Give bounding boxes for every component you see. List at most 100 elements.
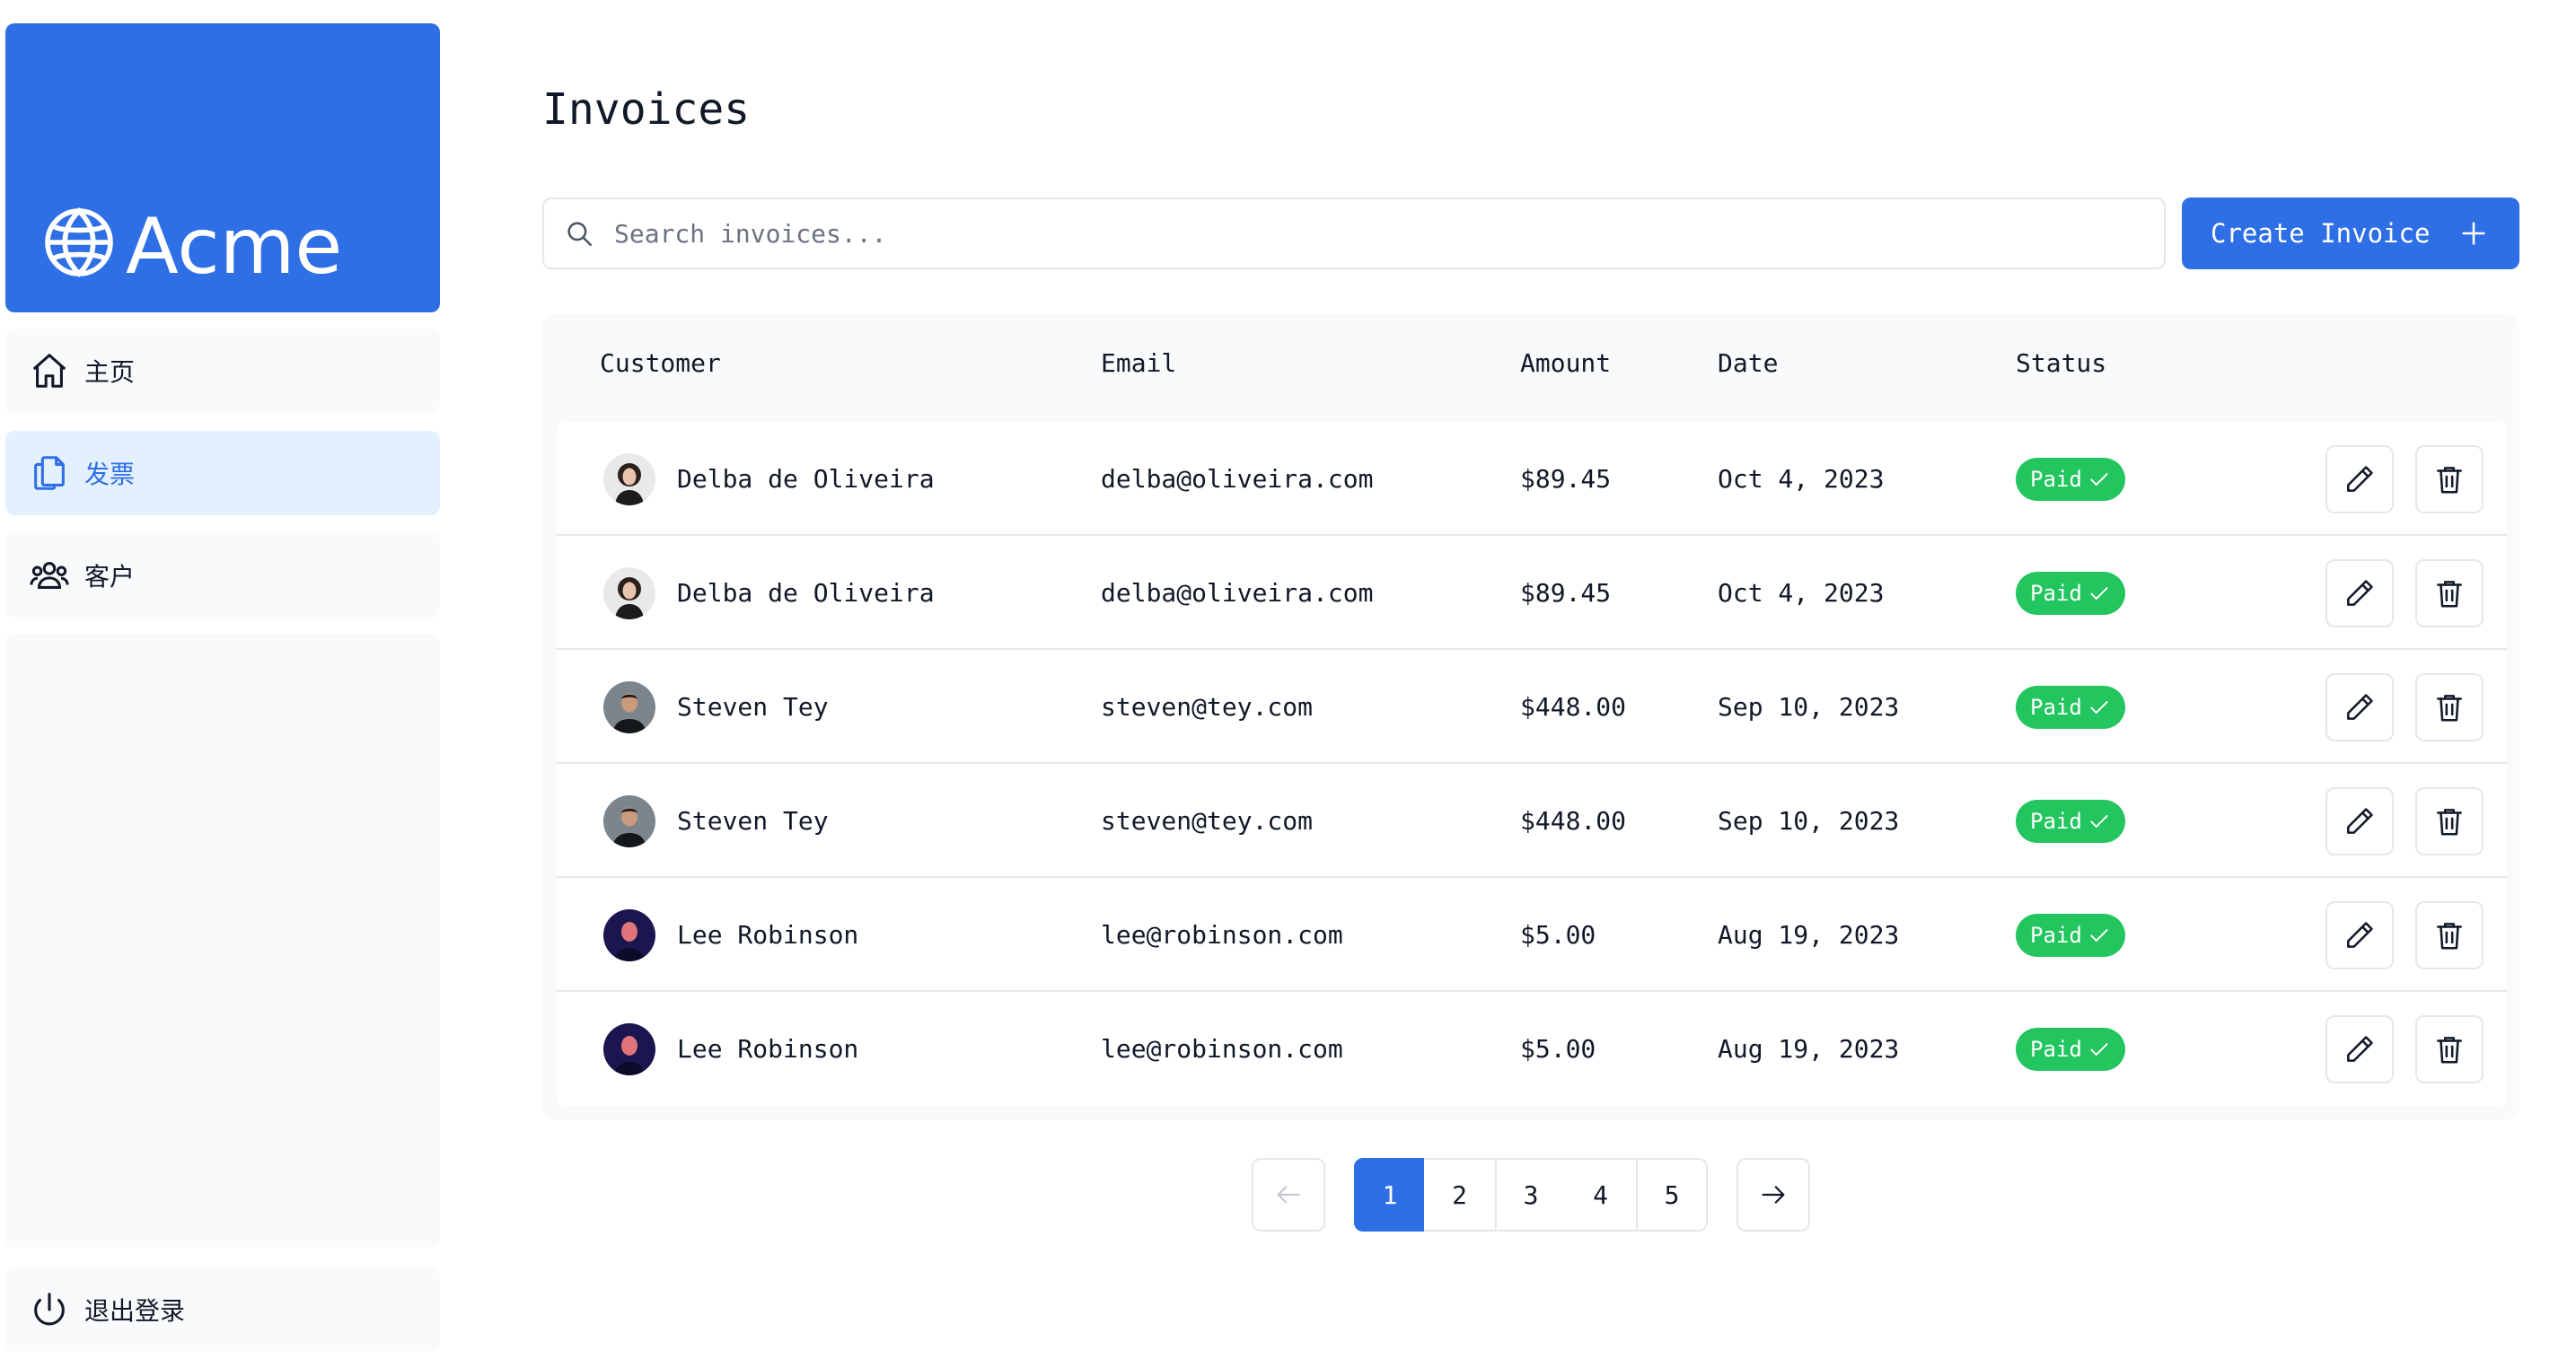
- customer-name: Steven Tey: [677, 692, 829, 722]
- customer-name: Delba de Oliveira: [677, 578, 935, 608]
- edit-button[interactable]: [2325, 559, 2394, 627]
- create-invoice-label: Create Invoice: [2211, 218, 2431, 249]
- sidebar: Acme 主页 发票 客户 退出登录: [0, 0, 445, 1359]
- status-text: Paid: [2030, 808, 2082, 834]
- amount-cell: $5.00: [1520, 1034, 1596, 1064]
- edit-button[interactable]: [2325, 445, 2394, 513]
- main-content: Invoices Create Invoice Customer Email A…: [542, 0, 2519, 1359]
- avatar: [603, 452, 655, 505]
- customer-cell: Steven Tey: [603, 650, 829, 764]
- column-header-amount: Amount: [1520, 348, 1612, 378]
- avatar: [603, 566, 655, 619]
- sidebar-item-customers[interactable]: 客户: [5, 533, 440, 618]
- next-page-button[interactable]: [1736, 1158, 1810, 1232]
- column-header-status: Status: [2016, 348, 2107, 378]
- pencil-icon: [2347, 466, 2373, 492]
- date-cell: Aug 19, 2023: [1718, 920, 1900, 950]
- trash-icon: [2437, 809, 2462, 836]
- delete-button[interactable]: [2415, 1015, 2484, 1083]
- delete-button[interactable]: [2415, 787, 2484, 855]
- customer-cell: Steven Tey: [603, 764, 829, 878]
- globe-icon: [45, 207, 113, 277]
- customer-name: Delba de Oliveira: [677, 464, 935, 494]
- status-cell: Paid: [2016, 878, 2125, 992]
- brand-name: Acme: [126, 202, 343, 292]
- trash-icon: [2437, 1037, 2462, 1064]
- table-body: Delba de Oliveira delba@oliveira.com $89…: [557, 422, 2507, 1106]
- email-cell: lee@robinson.com: [1101, 920, 1343, 950]
- status-badge: Paid: [2016, 799, 2125, 843]
- amount-cell: $89.45: [1520, 464, 1612, 494]
- customer-cell: Delba de Oliveira: [603, 536, 935, 650]
- customer-name: Lee Robinson: [677, 920, 859, 950]
- signout-button[interactable]: 退出登录: [5, 1267, 440, 1352]
- avatar: [603, 794, 655, 847]
- edit-button[interactable]: [2325, 901, 2394, 969]
- pencil-icon: [2347, 694, 2373, 720]
- column-header-email: Email: [1101, 348, 1177, 378]
- status-cell: Paid: [2016, 764, 2125, 878]
- sidebar-item-invoices[interactable]: 发票: [5, 431, 440, 515]
- sidebar-item-home[interactable]: 主页: [5, 329, 440, 413]
- email-cell: lee@robinson.com: [1101, 1034, 1343, 1064]
- search-icon: [567, 222, 593, 247]
- search-box[interactable]: [542, 197, 2166, 269]
- amount-cell: $89.45: [1520, 578, 1612, 608]
- sidebar-item-label: 主页: [84, 357, 136, 387]
- check-icon: [2090, 928, 2108, 942]
- edit-button[interactable]: [2325, 673, 2394, 741]
- document-icon: [34, 456, 65, 490]
- check-icon: [2090, 586, 2108, 600]
- search-input[interactable]: [612, 217, 2053, 250]
- customer-cell: Delba de Oliveira: [603, 422, 935, 536]
- check-icon: [2090, 472, 2108, 486]
- arrow-right-icon: [1762, 1186, 1785, 1204]
- status-text: Paid: [2030, 1036, 2082, 1062]
- edit-button[interactable]: [2325, 787, 2394, 855]
- plus-icon: [2462, 222, 2486, 245]
- power-icon: [34, 1293, 65, 1326]
- delete-button[interactable]: [2415, 901, 2484, 969]
- delete-button[interactable]: [2415, 559, 2484, 627]
- avatar: [603, 908, 655, 961]
- delete-button[interactable]: [2415, 445, 2484, 513]
- email-cell: delba@oliveira.com: [1101, 578, 1374, 608]
- customer-cell: Lee Robinson: [603, 878, 858, 992]
- table-row: Delba de Oliveira delba@oliveira.com $89…: [557, 422, 2507, 536]
- arrow-left-icon: [1277, 1186, 1300, 1204]
- amount-cell: $5.00: [1520, 920, 1596, 950]
- prev-page-button[interactable]: [1252, 1158, 1325, 1232]
- status-text: Paid: [2030, 694, 2082, 720]
- delete-button[interactable]: [2415, 673, 2484, 741]
- edit-button[interactable]: [2325, 1015, 2394, 1083]
- check-icon: [2090, 1042, 2108, 1056]
- sidebar-item-label: 发票: [84, 460, 136, 489]
- trash-icon: [2437, 467, 2462, 494]
- page-button-1[interactable]: 1: [1354, 1158, 1426, 1232]
- date-cell: Aug 19, 2023: [1718, 1034, 1900, 1064]
- date-cell: Sep 10, 2023: [1718, 806, 1900, 836]
- sidebar-spacer: [5, 634, 440, 1248]
- check-icon: [2090, 700, 2108, 714]
- date-cell: Oct 4, 2023: [1718, 578, 1885, 608]
- sidebar-item-label: 客户: [84, 562, 136, 592]
- check-icon: [2090, 814, 2108, 828]
- avatar: [603, 1022, 655, 1075]
- signout-label: 退出登录: [84, 1296, 186, 1326]
- page-button-5[interactable]: 5: [1636, 1158, 1708, 1232]
- page-title: Invoices: [542, 84, 751, 135]
- column-header-customer: Customer: [600, 348, 721, 378]
- users-icon: [30, 562, 69, 589]
- create-invoice-button[interactable]: Create Invoice: [2182, 197, 2519, 269]
- amount-cell: $448.00: [1520, 692, 1627, 722]
- page-button-4[interactable]: 4: [1565, 1158, 1638, 1232]
- trash-icon: [2437, 923, 2462, 950]
- page-button-2[interactable]: 2: [1424, 1158, 1497, 1232]
- amount-cell: $448.00: [1520, 806, 1627, 836]
- date-cell: Sep 10, 2023: [1718, 692, 1900, 722]
- page-button-3[interactable]: 3: [1495, 1158, 1567, 1232]
- pencil-icon: [2347, 808, 2373, 834]
- brand-logo[interactable]: Acme: [5, 23, 440, 312]
- status-badge: Paid: [2016, 1027, 2125, 1071]
- email-cell: delba@oliveira.com: [1101, 464, 1374, 494]
